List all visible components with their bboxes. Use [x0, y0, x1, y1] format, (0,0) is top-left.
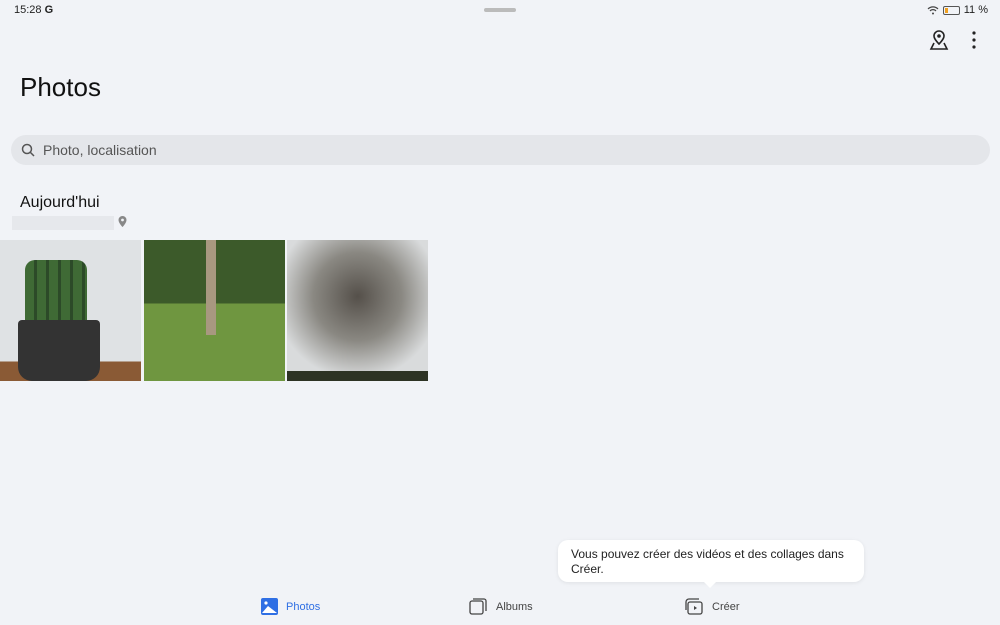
location-placeholder: [12, 216, 114, 230]
battery-icon: [942, 5, 960, 15]
photo-thumbnail-cactus[interactable]: [0, 240, 141, 381]
drag-handle[interactable]: [484, 8, 516, 12]
map-location-icon[interactable]: [929, 29, 949, 51]
create-icon: [685, 598, 703, 615]
photo-thumbnail-bare-tree[interactable]: [287, 240, 428, 381]
create-tooltip: Vous pouvez créer des vidéos et des coll…: [558, 540, 864, 588]
more-options-icon[interactable]: [970, 30, 978, 50]
nav-create-label: Créer: [712, 600, 740, 613]
search-input[interactable]: Photo, localisation: [11, 135, 990, 165]
section-title: Aujourd'hui: [20, 194, 100, 211]
albums-icon: [469, 598, 487, 615]
status-bar: 11 %: [927, 4, 988, 16]
status-time: 15:28 G: [14, 4, 54, 16]
nav-albums[interactable]: Albums: [469, 598, 533, 615]
nav-create[interactable]: Créer: [685, 598, 740, 615]
wifi-icon: [927, 6, 939, 15]
search-icon: [21, 143, 35, 157]
battery-percent: 11 %: [963, 4, 988, 16]
nav-photos-label: Photos: [286, 600, 321, 613]
nav-albums-label: Albums: [496, 600, 533, 613]
search-placeholder: Photo, localisation: [43, 142, 157, 158]
photos-icon: [261, 598, 278, 615]
nav-photos[interactable]: Photos: [261, 598, 320, 615]
location-pin-icon: [118, 216, 127, 227]
bottom-navigation: Photos Albums Créer: [0, 590, 1000, 625]
photo-thumbnail-tree[interactable]: [144, 240, 285, 381]
page-title: Photos: [20, 72, 101, 102]
